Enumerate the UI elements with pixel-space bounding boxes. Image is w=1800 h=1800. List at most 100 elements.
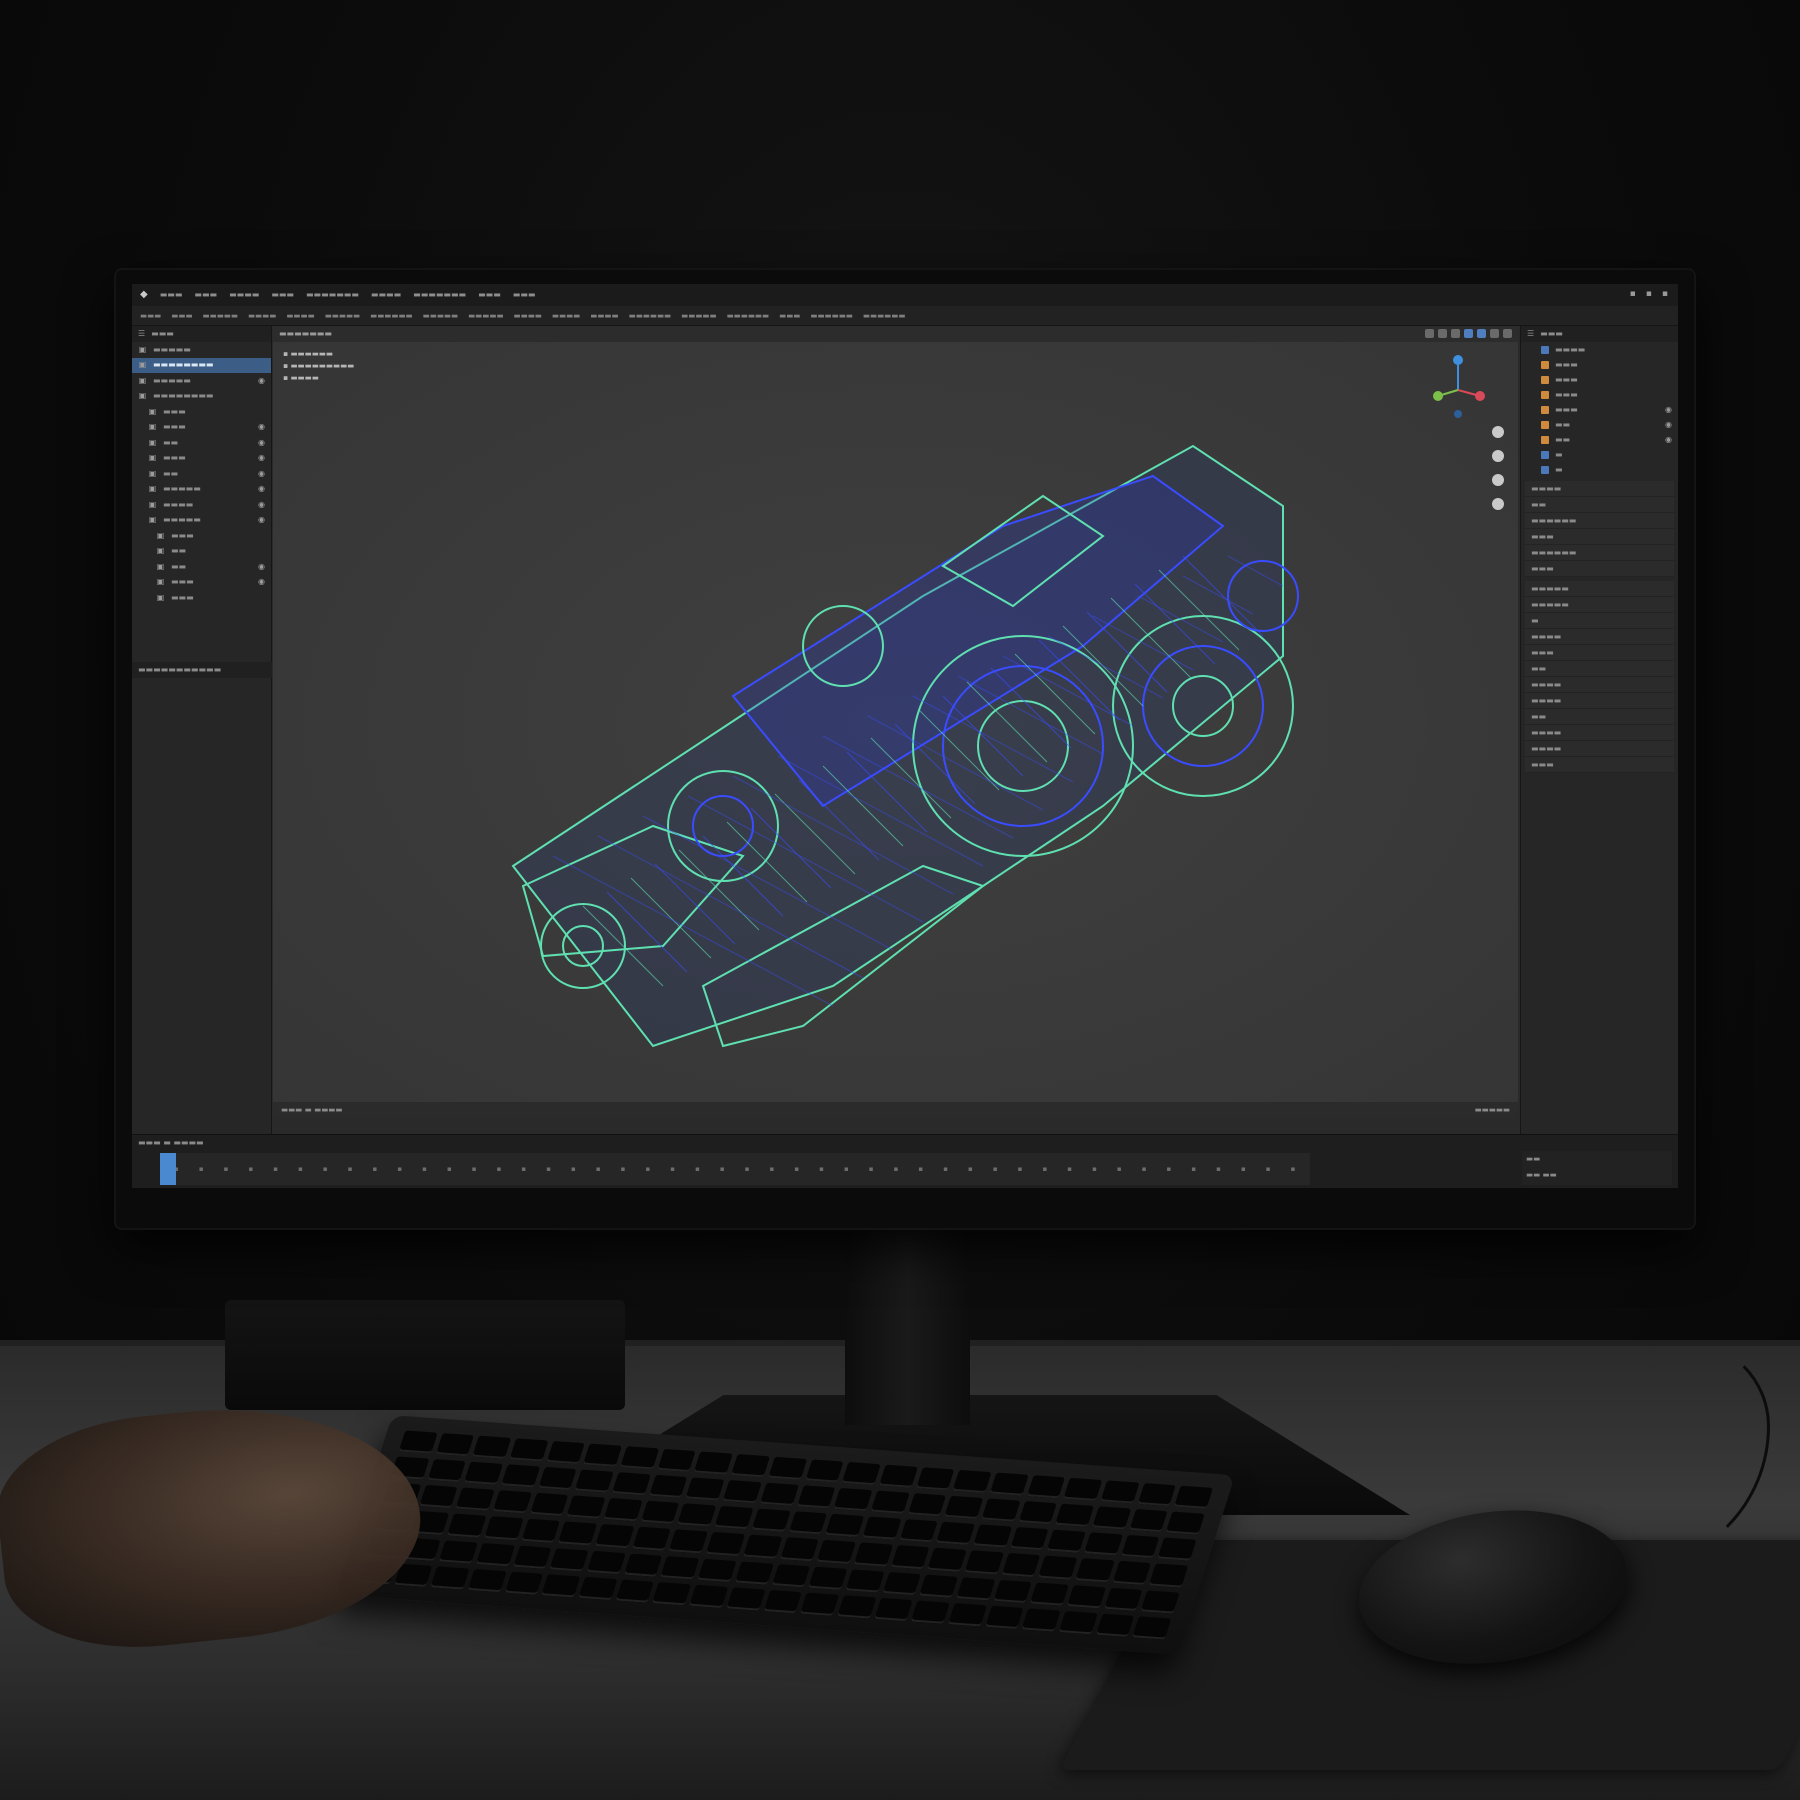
timeline-track[interactable]: ▪ ▪ ▪ ▪ ▪ ▪ ▪ ▪ ▪ ▪ ▪ ▪ ▪ ▪ ▪ ▪ ▪ ▪ ▪ ▪ ▪ ▪ ▪ ▪ ▪ ▪ ▪ ▪ ▪ ▪ ▪ ▪ ▪ ▪ ▪ ▪ ▪ ▪ ▪ ▪… — [160, 1153, 1310, 1185]
workspace-tab[interactable]: ▬▬▬▬ — [286, 312, 314, 320]
property-row[interactable]: ▬▬▬▬▬▬ — [1525, 545, 1674, 561]
outliner-item[interactable]: ▣ ▬▬▬ — [132, 528, 271, 544]
timeline-menu[interactable]: ▬▬▬ ▬ ▬▬▬▬ — [138, 1139, 204, 1147]
outliner-item[interactable]: ▣ ▬▬ ◉ — [132, 466, 271, 482]
scene-collection-item[interactable]: ▬▬ ◉ — [1521, 417, 1678, 432]
scene-collection-item[interactable]: ▬▬▬ — [1521, 357, 1678, 372]
property-row[interactable]: ▬▬▬ — [1525, 529, 1674, 545]
property-row[interactable]: ▬▬▬▬ — [1525, 629, 1674, 645]
workspace-tab[interactable]: ▬▬▬▬▬ — [203, 312, 238, 320]
scene-collection-item[interactable]: ▬▬▬ ◉ — [1521, 402, 1678, 417]
outliner-item[interactable]: ▣ ▬▬▬▬▬ — [132, 342, 271, 358]
shading-icon[interactable] — [1425, 329, 1434, 338]
eye-icon[interactable]: ◉ — [258, 454, 265, 462]
property-row[interactable]: ▬▬▬▬ — [1525, 741, 1674, 757]
window-control[interactable]: ▪ — [1630, 290, 1636, 299]
eye-icon[interactable]: ◉ — [258, 562, 265, 571]
workspace-tab[interactable]: ▬▬▬ — [779, 312, 800, 320]
window-control[interactable]: ▪ — [1662, 290, 1668, 299]
outliner-item[interactable]: ▣ ▬▬▬▬ ◉ — [132, 497, 271, 513]
outliner-item[interactable]: ▣ ▬▬▬ — [132, 590, 271, 606]
workspace-tab[interactable]: ▬▬▬▬▬▬ — [727, 312, 770, 320]
grid-icon[interactable] — [1492, 498, 1504, 510]
timeline-setting-row[interactable]: ▬▬ — [1526, 1155, 1668, 1163]
workspace-tab[interactable]: ▬▬▬▬ — [248, 312, 276, 320]
menu-item[interactable]: ▬▬▬ — [194, 291, 217, 299]
eye-icon[interactable]: ◉ — [258, 485, 265, 493]
outliner-item[interactable]: ▣ ▬▬▬▬▬ ◉ — [132, 513, 271, 529]
property-row[interactable]: ▬▬▬▬▬▬ — [1525, 513, 1674, 529]
workspace-tab[interactable]: ▬▬▬▬▬▬ — [810, 312, 853, 320]
scene-collection-item[interactable]: ▬▬▬ — [1521, 387, 1678, 402]
shading-icon[interactable] — [1490, 329, 1499, 338]
workspace-tab[interactable]: ▬▬▬▬ — [552, 312, 580, 320]
eye-icon[interactable]: ◉ — [258, 516, 265, 524]
eye-icon[interactable]: ◉ — [258, 376, 265, 385]
workspace-tab[interactable]: ▬▬▬▬▬▬ — [629, 312, 672, 320]
outliner-item[interactable]: ▣ ▬▬ ◉ — [132, 435, 271, 451]
property-row[interactable]: ▬▬ — [1525, 709, 1674, 725]
timeline-playhead[interactable] — [160, 1153, 176, 1185]
workspace-tab[interactable]: ▬▬▬▬▬ — [423, 312, 458, 320]
property-row[interactable]: ▬▬▬ — [1525, 645, 1674, 661]
eye-icon[interactable]: ◉ — [258, 423, 265, 431]
menu-item[interactable]: ▬▬▬▬▬▬▬ — [306, 291, 359, 299]
viewport-mode-menu[interactable]: ▬▬▬▬▬▬▬ — [279, 330, 332, 338]
eye-icon[interactable]: ◉ — [1665, 435, 1672, 444]
outliner-item[interactable]: ▣ ▬▬▬ — [132, 404, 271, 420]
scene-collection-item[interactable]: ▬▬ ◉ — [1521, 432, 1678, 447]
outliner-item[interactable]: ▣ ▬▬▬▬▬▬▬▬ — [132, 389, 271, 405]
property-row[interactable]: ▬▬▬▬ — [1525, 693, 1674, 709]
property-row[interactable]: ▬▬▬▬ — [1525, 481, 1674, 497]
outliner-item[interactable]: ▣ ▬▬▬▬▬ ◉ — [132, 373, 271, 389]
shading-icon[interactable] — [1477, 329, 1486, 338]
eye-icon[interactable]: ◉ — [1665, 420, 1672, 429]
outliner-item[interactable]: ▣ ▬▬ — [132, 544, 271, 560]
scene-collection-item[interactable]: ▬ — [1521, 462, 1678, 477]
eye-icon[interactable]: ◉ — [258, 438, 265, 447]
eye-icon[interactable]: ◉ — [258, 469, 265, 478]
property-row[interactable]: ▬ — [1525, 613, 1674, 629]
workspace-tab[interactable]: ▬▬▬▬▬ — [681, 312, 716, 320]
window-control[interactable]: ▪ — [1646, 290, 1652, 299]
workspace-tab[interactable]: ▬▬▬▬▬▬ — [863, 312, 906, 320]
outliner-search[interactable]: ▬▬▬ — [151, 330, 174, 338]
workspace-tab[interactable]: ▬▬▬▬▬▬ — [370, 312, 413, 320]
outliner-item[interactable]: ▣ ▬▬▬ ◉ — [132, 420, 271, 436]
menu-item[interactable]: ▬▬▬▬▬▬▬ — [413, 291, 466, 299]
outliner-item[interactable]: ▣ ▬▬▬ ◉ — [132, 575, 271, 591]
shading-icon[interactable] — [1464, 329, 1473, 338]
property-row[interactable]: ▬▬▬▬ — [1525, 677, 1674, 693]
eye-icon[interactable]: ◉ — [1665, 405, 1672, 414]
property-row[interactable]: ▬▬▬▬▬ — [1525, 597, 1674, 613]
property-row[interactable]: ▬▬▬ — [1525, 561, 1674, 577]
scene-collection-item[interactable]: ▬ — [1521, 447, 1678, 462]
eye-icon[interactable]: ◉ — [258, 578, 265, 586]
menu-item[interactable]: ▬▬▬▬ — [229, 291, 259, 299]
property-row[interactable]: ▬▬▬▬ — [1525, 725, 1674, 741]
workspace-tab[interactable]: ▬▬▬▬▬ — [325, 312, 360, 320]
menu-item[interactable]: ▬▬▬ — [160, 291, 183, 299]
workspace-tab[interactable]: ▬▬▬ — [140, 312, 161, 320]
outliner-item[interactable]: ▣ ▬▬▬▬▬▬▬▬ — [132, 357, 271, 373]
shading-icon[interactable] — [1503, 329, 1512, 338]
property-row[interactable]: ▬▬▬▬▬ — [1525, 581, 1674, 597]
3d-viewport[interactable]: ▬▬▬▬▬▬▬ ▪ ▬▬▬▬▬▬ ▪ ▬▬▬▬▬▬▬▬▬ ▪ ▬▬▬▬ ▬▬▬ … — [273, 326, 1518, 1118]
outliner-item[interactable]: ▣ ▬▬▬ ◉ — [132, 451, 271, 467]
workspace-tab[interactable]: ▬▬▬▬ — [590, 312, 618, 320]
scene-collection-item[interactable]: ▬▬▬ — [1521, 372, 1678, 387]
shading-icon[interactable] — [1438, 329, 1447, 338]
workspace-tab[interactable]: ▬▬▬▬▬ — [468, 312, 503, 320]
property-row[interactable]: ▬▬▬ — [1525, 757, 1674, 773]
outliner-item[interactable]: ▣ ▬▬▬▬▬ ◉ — [132, 482, 271, 498]
properties-menu-icon[interactable]: ☰ — [1527, 330, 1534, 338]
menu-item[interactable]: ▬▬▬ — [271, 291, 294, 299]
outliner-item[interactable]: ▣ ▬▬ ◉ — [132, 559, 271, 575]
menu-item[interactable]: ▬▬▬ — [513, 291, 536, 299]
zoom-icon[interactable] — [1492, 426, 1504, 438]
menu-item[interactable]: ▬▬▬ — [478, 291, 501, 299]
axis-gizmo-icon[interactable] — [1428, 352, 1488, 422]
property-row[interactable]: ▬▬ — [1525, 497, 1674, 513]
property-row[interactable]: ▬▬ — [1525, 661, 1674, 677]
workspace-tab[interactable]: ▬▬▬ — [171, 312, 192, 320]
